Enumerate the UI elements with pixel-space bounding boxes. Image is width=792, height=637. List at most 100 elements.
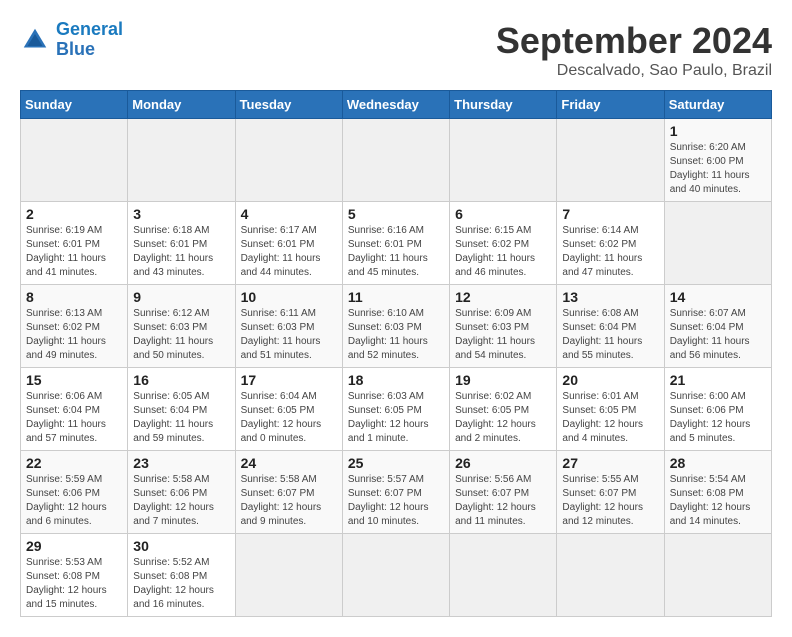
column-header-thursday: Thursday	[450, 91, 557, 119]
calendar-cell	[235, 119, 342, 202]
calendar-cell: 30 Sunrise: 5:52 AMSunset: 6:08 PMDayligh…	[128, 534, 235, 617]
calendar-week-row: 8Sunrise: 6:13 AMSunset: 6:02 PMDaylight…	[21, 285, 772, 368]
calendar-cell	[235, 534, 342, 617]
day-info: Sunrise: 6:09 AMSunset: 6:03 PMDaylight:…	[455, 307, 551, 363]
day-number: 24	[241, 455, 337, 471]
calendar-cell: 12 Sunrise: 6:09 AMSunset: 6:03 PMDayligh…	[450, 285, 557, 368]
day-info: Sunrise: 6:08 AMSunset: 6:04 PMDaylight:…	[562, 307, 658, 363]
day-info: Sunrise: 6:02 AMSunset: 6:05 PMDaylight:…	[455, 390, 551, 446]
calendar-cell: 24 Sunrise: 5:58 AMSunset: 6:07 PMDayligh…	[235, 451, 342, 534]
day-number: 13	[562, 289, 658, 305]
day-number: 7	[562, 206, 658, 222]
day-info: Sunrise: 6:06 AMSunset: 6:04 PMDaylight:…	[26, 390, 122, 446]
calendar-cell	[664, 534, 771, 617]
logo-text: General Blue	[56, 20, 123, 60]
calendar-cell	[557, 119, 664, 202]
day-number: 12	[455, 289, 551, 305]
day-info: Sunrise: 6:03 AMSunset: 6:05 PMDaylight:…	[348, 390, 444, 446]
calendar-cell	[128, 119, 235, 202]
day-number: 22	[26, 455, 122, 471]
column-header-friday: Friday	[557, 91, 664, 119]
calendar-week-row: 22 Sunrise: 5:59 AMSunset: 6:06 PMDayligh…	[21, 451, 772, 534]
day-info: Sunrise: 6:14 AMSunset: 6:02 PMDaylight:…	[562, 224, 658, 280]
calendar-header-row: SundayMondayTuesdayWednesdayThursdayFrid…	[21, 91, 772, 119]
calendar-cell: 11 Sunrise: 6:10 AMSunset: 6:03 PMDayligh…	[342, 285, 449, 368]
calendar-cell: 23Sunrise: 5:58 AMSunset: 6:06 PMDayligh…	[128, 451, 235, 534]
calendar-cell: 6 Sunrise: 6:15 AMSunset: 6:02 PMDaylight…	[450, 202, 557, 285]
calendar-cell: 9Sunrise: 6:12 AMSunset: 6:03 PMDaylight…	[128, 285, 235, 368]
day-info: Sunrise: 5:58 AMSunset: 6:07 PMDaylight:…	[241, 473, 337, 529]
calendar-cell: 28 Sunrise: 5:54 AMSunset: 6:08 PMDayligh…	[664, 451, 771, 534]
column-header-saturday: Saturday	[664, 91, 771, 119]
day-info: Sunrise: 5:58 AMSunset: 6:06 PMDaylight:…	[133, 473, 229, 529]
calendar-cell: 10Sunrise: 6:11 AMSunset: 6:03 PMDayligh…	[235, 285, 342, 368]
calendar-cell: 26Sunrise: 5:56 AMSunset: 6:07 PMDayligh…	[450, 451, 557, 534]
calendar-week-row: 2 Sunrise: 6:19 AMSunset: 6:01 PMDaylight…	[21, 202, 772, 285]
calendar-week-row: 29Sunrise: 5:53 AMSunset: 6:08 PMDayligh…	[21, 534, 772, 617]
calendar-cell	[557, 534, 664, 617]
day-number: 9	[133, 289, 229, 305]
day-number: 28	[670, 455, 766, 471]
day-number: 30	[133, 538, 229, 554]
day-info: Sunrise: 6:20 AMSunset: 6:00 PMDaylight:…	[670, 141, 766, 197]
day-number: 11	[348, 289, 444, 305]
calendar-cell	[450, 119, 557, 202]
day-info: Sunrise: 6:16 AMSunset: 6:01 PMDaylight:…	[348, 224, 444, 280]
day-number: 17	[241, 372, 337, 388]
day-info: Sunrise: 6:19 AMSunset: 6:01 PMDaylight:…	[26, 224, 122, 280]
calendar-cell	[342, 119, 449, 202]
day-info: Sunrise: 6:15 AMSunset: 6:02 PMDaylight:…	[455, 224, 551, 280]
day-info: Sunrise: 6:10 AMSunset: 6:03 PMDaylight:…	[348, 307, 444, 363]
calendar-table: SundayMondayTuesdayWednesdayThursdayFrid…	[20, 90, 772, 617]
day-info: Sunrise: 5:52 AMSunset: 6:08 PMDaylight:…	[133, 556, 229, 612]
calendar-cell: 16 Sunrise: 6:05 AMSunset: 6:04 PMDayligh…	[128, 368, 235, 451]
day-number: 2	[26, 206, 122, 222]
column-header-wednesday: Wednesday	[342, 91, 449, 119]
month-title: September 2024	[496, 20, 772, 62]
day-number: 4	[241, 206, 337, 222]
calendar-cell: 7 Sunrise: 6:14 AMSunset: 6:02 PMDaylight…	[557, 202, 664, 285]
calendar-cell: 25Sunrise: 5:57 AMSunset: 6:07 PMDayligh…	[342, 451, 449, 534]
calendar-cell	[21, 119, 128, 202]
calendar-cell: 5Sunrise: 6:16 AMSunset: 6:01 PMDaylight…	[342, 202, 449, 285]
calendar-cell: 22 Sunrise: 5:59 AMSunset: 6:06 PMDayligh…	[21, 451, 128, 534]
calendar-cell: 29Sunrise: 5:53 AMSunset: 6:08 PMDayligh…	[21, 534, 128, 617]
calendar-cell: 13 Sunrise: 6:08 AMSunset: 6:04 PMDayligh…	[557, 285, 664, 368]
calendar-cell: 18 Sunrise: 6:03 AMSunset: 6:05 PMDayligh…	[342, 368, 449, 451]
page-header: General Blue September 2024 Descalvado, …	[20, 20, 772, 80]
calendar-cell	[342, 534, 449, 617]
day-info: Sunrise: 6:11 AMSunset: 6:03 PMDaylight:…	[241, 307, 337, 363]
day-info: Sunrise: 6:05 AMSunset: 6:04 PMDaylight:…	[133, 390, 229, 446]
day-number: 16	[133, 372, 229, 388]
calendar-week-row: 1 Sunrise: 6:20 AMSunset: 6:00 PMDaylight…	[21, 119, 772, 202]
day-number: 18	[348, 372, 444, 388]
day-info: Sunrise: 5:59 AMSunset: 6:06 PMDaylight:…	[26, 473, 122, 529]
day-number: 1	[670, 123, 766, 139]
calendar-cell: 27Sunrise: 5:55 AMSunset: 6:07 PMDayligh…	[557, 451, 664, 534]
logo-icon	[20, 25, 50, 55]
day-number: 29	[26, 538, 122, 554]
calendar-cell: 3Sunrise: 6:18 AMSunset: 6:01 PMDaylight…	[128, 202, 235, 285]
day-info: Sunrise: 5:54 AMSunset: 6:08 PMDaylight:…	[670, 473, 766, 529]
day-number: 8	[26, 289, 122, 305]
day-number: 6	[455, 206, 551, 222]
calendar-cell	[664, 202, 771, 285]
calendar-cell: 20 Sunrise: 6:01 AMSunset: 6:05 PMDayligh…	[557, 368, 664, 451]
day-number: 15	[26, 372, 122, 388]
column-header-monday: Monday	[128, 91, 235, 119]
day-info: Sunrise: 6:01 AMSunset: 6:05 PMDaylight:…	[562, 390, 658, 446]
calendar-cell: 21Sunrise: 6:00 AMSunset: 6:06 PMDayligh…	[664, 368, 771, 451]
day-number: 3	[133, 206, 229, 222]
calendar-cell	[450, 534, 557, 617]
day-number: 25	[348, 455, 444, 471]
calendar-week-row: 15 Sunrise: 6:06 AMSunset: 6:04 PMDayligh…	[21, 368, 772, 451]
calendar-cell: 8Sunrise: 6:13 AMSunset: 6:02 PMDaylight…	[21, 285, 128, 368]
calendar-cell: 17Sunrise: 6:04 AMSunset: 6:05 PMDayligh…	[235, 368, 342, 451]
logo: General Blue	[20, 20, 123, 60]
calendar-cell: 4Sunrise: 6:17 AMSunset: 6:01 PMDaylight…	[235, 202, 342, 285]
calendar-cell: 1 Sunrise: 6:20 AMSunset: 6:00 PMDaylight…	[664, 119, 771, 202]
day-number: 20	[562, 372, 658, 388]
column-header-sunday: Sunday	[21, 91, 128, 119]
day-info: Sunrise: 5:55 AMSunset: 6:07 PMDaylight:…	[562, 473, 658, 529]
calendar-cell: 14Sunrise: 6:07 AMSunset: 6:04 PMDayligh…	[664, 285, 771, 368]
